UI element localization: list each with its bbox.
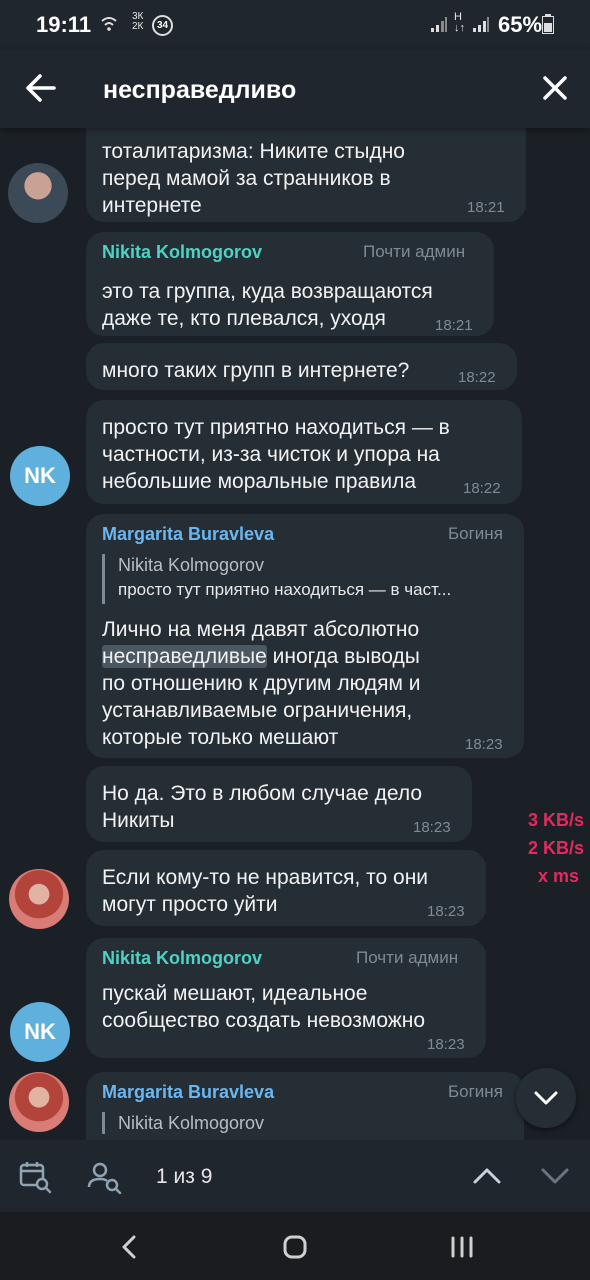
message-bubble[interactable]: Margarita Buravleva Богиня Nikita Kolmog…: [86, 1072, 524, 1140]
avatar[interactable]: [9, 869, 69, 929]
signal-icon-2: [473, 17, 489, 32]
message-time: 18:22: [463, 480, 501, 497]
message-bubble[interactable]: Nikita Kolmogorov Почти админ пускай меш…: [86, 938, 486, 1058]
search-result-counter: 1 из 9: [156, 1165, 213, 1188]
signal-icon: [431, 17, 447, 32]
avatar[interactable]: NK: [10, 446, 70, 506]
calendar-search-icon[interactable]: [18, 1160, 52, 1194]
network-speed-overlay: 3 KB/s 2 KB/s x ms: [528, 806, 584, 890]
message-time: 18:21: [435, 317, 473, 334]
message-bubble[interactable]: много таких групп в интернете? 18:22: [86, 343, 517, 390]
system-nav-bar: [0, 1212, 590, 1280]
message-text-line: просто тут приятно находиться — в: [102, 416, 450, 439]
scroll-down-button[interactable]: [516, 1068, 576, 1128]
search-highlight: несправедливые: [102, 645, 267, 668]
message-text-line: Но да. Это в любом случае дело: [102, 782, 423, 805]
message-time: 18:22: [458, 369, 496, 386]
chevron-up-icon[interactable]: [472, 1166, 502, 1186]
status-time: 19:11: [36, 12, 92, 37]
message-text-line: небольшие моральные правила: [102, 470, 416, 493]
message-text-line: пускай мешают, идеальное: [102, 982, 368, 1005]
net-speed-line: 3 KB/s: [528, 810, 585, 830]
message-text-line: могут просто уйти: [102, 893, 278, 916]
nav-back-icon[interactable]: [118, 1234, 140, 1260]
status-bar: 19:11 3К 2К 34 H ↓↑ 65%: [0, 0, 590, 50]
nav-recents-icon[interactable]: [450, 1236, 474, 1258]
message-text-line: Если кому-то не нравится, то они: [102, 866, 429, 889]
message-bubble[interactable]: просто тут приятно находиться — в частно…: [86, 400, 522, 504]
nav-home-icon[interactable]: [282, 1234, 308, 1260]
message-text-line: тоталитаризма: Никите стыдно: [102, 140, 405, 163]
message-text-line: много таких групп в интернете?: [102, 359, 410, 382]
data-speed-indicator: 3К 2К: [132, 11, 144, 32]
message-bubble[interactable]: Но да. Это в любом случае дело Никиты 18…: [86, 766, 472, 842]
reply-text: просто тут приятно находиться — в част..…: [118, 580, 452, 599]
message-text-line: перед мамой за странников в: [102, 167, 391, 190]
back-arrow-icon[interactable]: [24, 70, 58, 106]
sender-name[interactable]: Margarita Buravleva: [102, 524, 274, 545]
message-time: 18:21: [467, 199, 505, 216]
sender-name[interactable]: Margarita Buravleva: [102, 1082, 274, 1103]
wifi-icon: [101, 17, 117, 31]
message-text-line: частности, из-за чисток и упора на: [102, 443, 440, 466]
net-speed-line: 2 KB/s: [528, 838, 585, 858]
avatar[interactable]: NK: [10, 1002, 70, 1062]
message-text-line: по отношению к другим людям и: [102, 672, 421, 695]
message-time: 18:23: [427, 903, 465, 920]
chevron-down-icon[interactable]: [540, 1166, 570, 1186]
search-input[interactable]: несправедливо: [103, 76, 296, 105]
message-bubble[interactable]: Если кому-то не нравится, то они могут п…: [86, 850, 486, 926]
reply-sender: Nikita Kolmogorov: [118, 555, 265, 575]
sender-role: Почти админ: [363, 242, 466, 261]
sender-name[interactable]: Nikita Kolmogorov: [102, 948, 262, 969]
reply-quote[interactable]: Nikita Kolmogorov: [102, 1112, 513, 1134]
search-toolbar: 1 из 9: [0, 1140, 590, 1212]
message-text-line: Никиты: [102, 809, 175, 832]
message-text-line: это та группа, куда возвращаются: [102, 280, 433, 303]
sender-role: Богиня: [448, 1082, 503, 1101]
user-search-icon[interactable]: [86, 1160, 122, 1194]
notification-badge-icon: 34: [152, 15, 173, 36]
message-bubble[interactable]: Nikita Kolmogorov Почти админ это та гру…: [86, 232, 494, 336]
search-header: несправедливо: [0, 50, 590, 128]
message-text-line: сообщество создать невозможно: [102, 1009, 426, 1032]
message-time: 18:23: [465, 736, 503, 753]
message-text-line: несправедливые иногда выводы: [102, 645, 420, 668]
chevron-down-icon: [534, 1091, 558, 1105]
battery-icon: [542, 14, 554, 34]
sender-role: Богиня: [448, 524, 503, 543]
message-text-line: интернете: [102, 194, 202, 217]
battery-percent: 65%: [498, 12, 543, 37]
net-speed-line: x ms: [538, 866, 580, 886]
sender-role: Почти админ: [356, 948, 459, 967]
avatar[interactable]: [9, 1072, 69, 1132]
message-text-line: Лично на меня давят абсолютно: [102, 618, 420, 641]
message-time: 18:23: [427, 1036, 465, 1053]
message-text-line: даже те, кто плевался, уходя: [102, 307, 386, 330]
reply-sender: Nikita Kolmogorov: [118, 1113, 265, 1133]
sender-name[interactable]: Nikita Kolmogorov: [102, 242, 262, 263]
message-time: 18:23: [413, 819, 451, 836]
chat-history[interactable]: тоталитаризма: Никите стыдно перед мамой…: [0, 128, 590, 1140]
avatar[interactable]: [8, 163, 68, 223]
message-bubble[interactable]: тоталитаризма: Никите стыдно перед мамой…: [86, 128, 526, 222]
message-text-line: которые только мешают: [102, 726, 339, 749]
message-bubble[interactable]: Margarita Buravleva Богиня Nikita Kolmog…: [86, 514, 524, 758]
reply-quote[interactable]: Nikita Kolmogorov просто тут приятно нах…: [102, 554, 513, 604]
message-text-line: устанавливаемые ограничения,: [102, 699, 413, 722]
network-type-icon: H ↓↑: [454, 11, 465, 34]
close-icon[interactable]: [540, 72, 570, 104]
